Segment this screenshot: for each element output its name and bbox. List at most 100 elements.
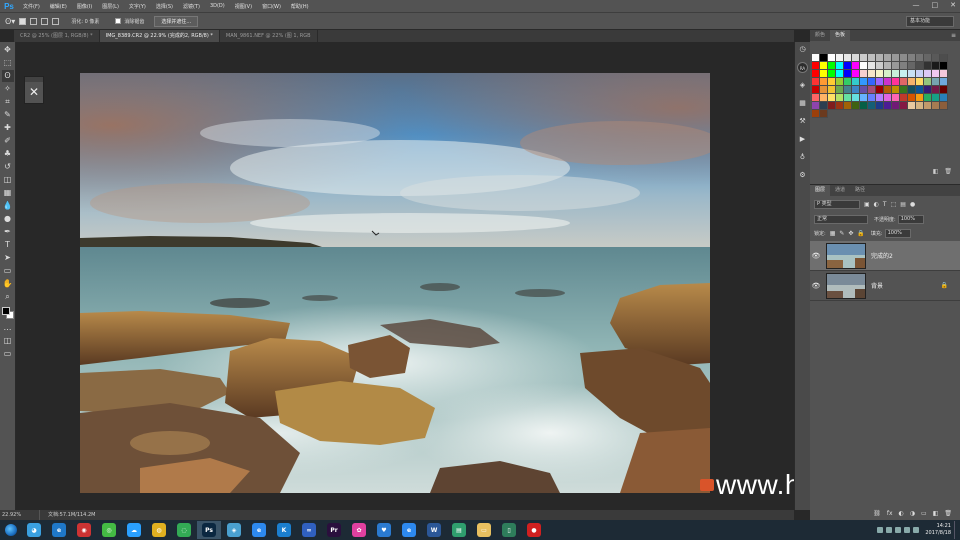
- qq-icon[interactable]: ◕: [22, 521, 46, 539]
- add-selection-icon[interactable]: [30, 17, 38, 25]
- color-swatch[interactable]: [916, 54, 924, 62]
- color-swatch[interactable]: [900, 86, 908, 94]
- lock-image-icon[interactable]: ✎: [839, 230, 844, 237]
- type-filter-icon[interactable]: T: [883, 201, 887, 208]
- photoshop-icon[interactable]: Ps: [197, 521, 221, 539]
- filter-toggle-icon[interactable]: ●: [910, 201, 915, 208]
- delete-swatch-icon[interactable]: 🗑: [944, 168, 952, 178]
- more-tools-icon[interactable]: …: [2, 322, 14, 334]
- color-swatch[interactable]: [892, 54, 900, 62]
- color-swatch[interactable]: [924, 70, 932, 78]
- color-swatch[interactable]: [860, 54, 868, 62]
- layer-row-finished2[interactable]: 👁 完成的2: [810, 241, 960, 271]
- color-swatch[interactable]: [812, 70, 820, 78]
- word-icon[interactable]: W: [422, 521, 446, 539]
- color-swatch[interactable]: [820, 110, 828, 118]
- color-swatch[interactable]: [820, 62, 828, 70]
- color-swatch[interactable]: [932, 86, 940, 94]
- ra-icon[interactable]: RA: [797, 62, 808, 73]
- color-swatch[interactable]: [860, 102, 868, 110]
- color-swatch[interactable]: [812, 86, 820, 94]
- menu-item[interactable]: 3D(D): [205, 3, 230, 10]
- color-swatch[interactable]: [916, 78, 924, 86]
- color-swatch[interactable]: [892, 62, 900, 70]
- panel-tab[interactable]: 路径: [850, 185, 870, 196]
- document-tab[interactable]: IMG_8389.CR2 @ 22.9% (完成的2, RGB/8) *: [99, 30, 220, 42]
- zoom-icon[interactable]: ⌕: [2, 291, 14, 303]
- color-swatch[interactable]: [940, 54, 948, 62]
- pen-icon[interactable]: ✒: [2, 226, 14, 238]
- color-swatch[interactable]: [868, 54, 876, 62]
- color-swatch[interactable]: [884, 70, 892, 78]
- color-swatch[interactable]: [932, 62, 940, 70]
- color-swatch[interactable]: [932, 94, 940, 102]
- subtract-selection-icon[interactable]: [41, 17, 49, 25]
- play-icon[interactable]: ▶: [797, 134, 808, 145]
- color-swatch[interactable]: [820, 94, 828, 102]
- hand-icon[interactable]: ✋: [2, 278, 14, 290]
- baidu-icon[interactable]: ∞: [297, 521, 321, 539]
- antialias-checkbox[interactable]: 消除锯齿: [115, 18, 144, 25]
- color-swatch[interactable]: [908, 62, 916, 70]
- kingsoft-icon[interactable]: ◉: [72, 521, 96, 539]
- color-swatch[interactable]: [924, 54, 932, 62]
- color-swatch[interactable]: [924, 62, 932, 70]
- color-swatch[interactable]: [892, 94, 900, 102]
- dodge-icon[interactable]: ●: [2, 213, 14, 225]
- menu-item[interactable]: 图层(L): [97, 3, 124, 10]
- volume-icon[interactable]: [904, 527, 911, 533]
- layer-row-background[interactable]: 👁 背景 🔒: [810, 271, 960, 301]
- color-swatch[interactable]: [844, 102, 852, 110]
- marquee-icon[interactable]: ⬚: [2, 57, 14, 69]
- eraser-icon[interactable]: ◫: [2, 174, 14, 186]
- link-layers-icon[interactable]: ⛓: [873, 510, 881, 520]
- color-swatch[interactable]: [852, 62, 860, 70]
- color-swatch[interactable]: [916, 102, 924, 110]
- history-icon[interactable]: ◷: [797, 44, 808, 55]
- color-swatch[interactable]: [924, 102, 932, 110]
- menu-item[interactable]: 窗口(W): [257, 3, 286, 10]
- table-icon[interactable]: ▦: [797, 98, 808, 109]
- color-swatch[interactable]: [900, 78, 908, 86]
- intersect-selection-icon[interactable]: [52, 17, 60, 25]
- layer-name[interactable]: 背景: [871, 281, 883, 290]
- color-swatch[interactable]: [908, 94, 916, 102]
- new-selection-icon[interactable]: [19, 17, 27, 25]
- color-swatch[interactable]: [940, 94, 948, 102]
- move-icon[interactable]: ✥: [2, 44, 14, 56]
- 3d-icon[interactable]: ◈: [797, 80, 808, 91]
- start-button[interactable]: [0, 520, 22, 540]
- color-swatch[interactable]: [892, 78, 900, 86]
- color-swatch[interactable]: [916, 70, 924, 78]
- color-chips[interactable]: [1, 306, 15, 320]
- color-swatch[interactable]: [884, 94, 892, 102]
- color-swatch[interactable]: [828, 54, 836, 62]
- document-image[interactable]: [80, 73, 710, 493]
- color-swatch[interactable]: [932, 102, 940, 110]
- clone-source-icon[interactable]: ♁: [797, 152, 808, 163]
- color-swatch[interactable]: [820, 78, 828, 86]
- screen-mode-icon[interactable]: ▭: [2, 348, 14, 360]
- lock-all-icon[interactable]: 🔒: [857, 230, 864, 237]
- color-swatch[interactable]: [828, 86, 836, 94]
- color-swatch[interactable]: [884, 54, 892, 62]
- color-swatch[interactable]: [828, 62, 836, 70]
- 360-icon[interactable]: ◎: [97, 521, 121, 539]
- record-icon[interactable]: ●: [522, 521, 546, 539]
- workspace-select[interactable]: 基本功能: [906, 16, 954, 27]
- quick-select-icon[interactable]: ✧: [2, 83, 14, 95]
- document-tab[interactable]: CR2 @ 25% (图层 1, RGB/8) *: [14, 30, 100, 42]
- color-swatch[interactable]: [828, 102, 836, 110]
- panel-tab[interactable]: 色板: [830, 30, 851, 41]
- color-swatch[interactable]: [876, 78, 884, 86]
- color-swatch[interactable]: [916, 62, 924, 70]
- menu-item[interactable]: 图像(I): [72, 3, 97, 10]
- group-icon[interactable]: ▭: [921, 510, 927, 520]
- folder-icon[interactable]: ▭: [472, 521, 496, 539]
- network-icon[interactable]: [895, 527, 902, 533]
- panel-tab[interactable]: 颜色: [810, 30, 830, 41]
- color-swatch[interactable]: [940, 62, 948, 70]
- color-swatch[interactable]: [860, 70, 868, 78]
- color-swatch[interactable]: [900, 94, 908, 102]
- new-swatch-icon[interactable]: ◧: [933, 168, 939, 178]
